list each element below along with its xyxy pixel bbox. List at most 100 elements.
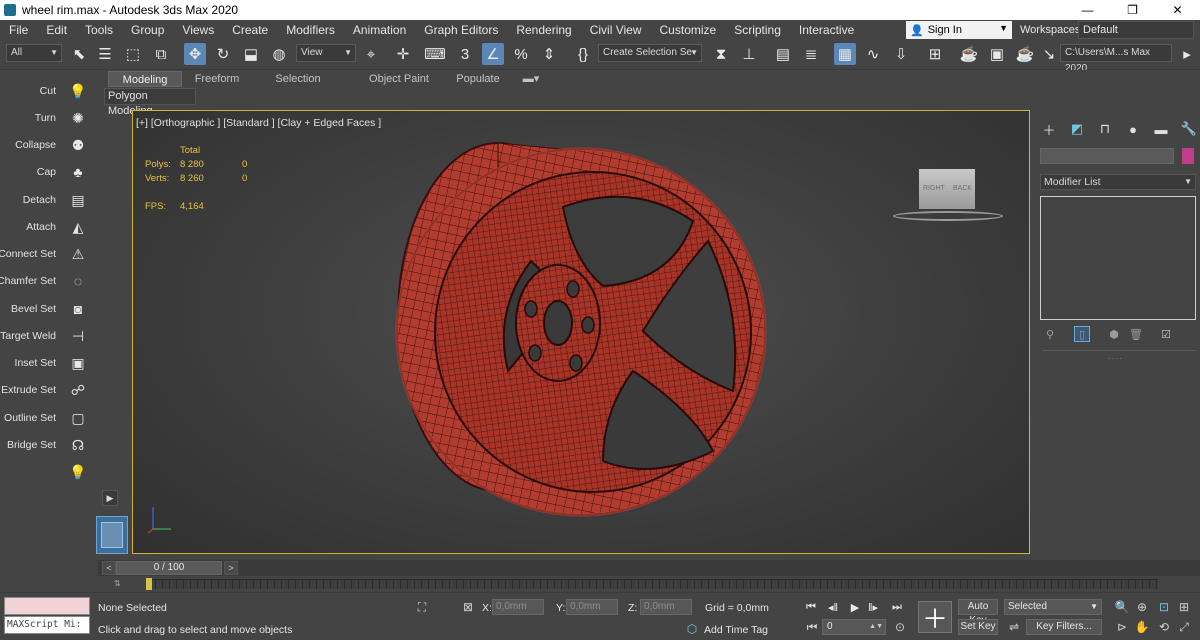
key-selection-set-dropdown[interactable]: Selected ▼ xyxy=(1004,599,1102,615)
menu-create[interactable]: Create xyxy=(223,20,277,40)
menu-civil-view[interactable]: Civil View xyxy=(581,20,651,40)
configure-modifier-sets-icon[interactable]: ☑ xyxy=(1158,326,1174,342)
collapse-button[interactable]: Collapse ⚉ xyxy=(0,132,92,158)
orthographic-viewport[interactable]: [+] [Orthographic ] [Standard ] [Clay + … xyxy=(132,110,1030,554)
mirror-icon[interactable]: ⧗ xyxy=(710,43,732,65)
percent-snap-icon[interactable]: % xyxy=(510,43,532,65)
selection-lock-icon[interactable]: ⊠ xyxy=(460,599,476,615)
time-slider-next-button[interactable]: > xyxy=(224,561,238,575)
select-object-icon[interactable]: ⬉ xyxy=(68,43,90,65)
light-bulb-icon[interactable]: 💡 xyxy=(68,462,88,482)
hierarchy-tab-icon[interactable]: ⊓ xyxy=(1096,120,1114,138)
menu-animation[interactable]: Animation xyxy=(344,20,415,40)
expand-panel-button[interactable]: ▶ xyxy=(102,490,118,506)
object-name-field[interactable] xyxy=(1040,148,1174,164)
attach-button[interactable]: Attach ◭ xyxy=(0,214,92,240)
menu-scripting[interactable]: Scripting xyxy=(725,20,790,40)
detach-button[interactable]: Detach ▤ xyxy=(0,187,92,213)
keyboard-shortcut-override-icon[interactable]: ⌨ xyxy=(424,43,446,65)
maxscript-output[interactable] xyxy=(4,597,90,615)
maximize-button[interactable]: ❐ xyxy=(1110,0,1155,20)
create-tab-icon[interactable]: ＋ xyxy=(1040,120,1058,138)
field-of-view-icon[interactable]: ⊳ xyxy=(1114,619,1130,635)
outline-set-button[interactable]: Outline Set ▢ xyxy=(0,405,92,431)
ribbon-tab-populate[interactable]: Populate xyxy=(448,71,508,87)
extrude-set-button[interactable]: Extrude Set ☍ xyxy=(0,377,92,403)
zoom-extents-icon[interactable]: ⊡ xyxy=(1156,599,1172,615)
rollout-grip-icon[interactable]: ···· xyxy=(1108,354,1123,363)
maximize-viewport-icon[interactable]: ⤢ xyxy=(1176,619,1192,635)
menu-rendering[interactable]: Rendering xyxy=(507,20,580,40)
ribbon-tab-selection[interactable]: Selection xyxy=(268,71,328,87)
remove-modifier-icon[interactable]: 🗑 xyxy=(1128,326,1144,342)
bridge-set-button[interactable]: Bridge Set ☊ xyxy=(0,432,92,458)
menu-group[interactable]: Group xyxy=(122,20,173,40)
material-editor-icon[interactable]: ⊞ xyxy=(924,43,946,65)
track-bar[interactable]: ⇅ xyxy=(98,576,1200,592)
connect-set-button[interactable]: Connect Set ⚠ xyxy=(0,241,92,267)
ribbon-tab-object-paint[interactable]: Object Paint xyxy=(352,71,446,87)
named-selection-sets-select[interactable]: Create Selection Se ▼ xyxy=(598,44,702,62)
render-production-icon[interactable]: ☕ xyxy=(1014,43,1036,65)
menu-modifiers[interactable]: Modifiers xyxy=(277,20,344,40)
ribbon-panel-polygon-modeling[interactable]: Polygon Modeling xyxy=(104,88,196,117)
target-weld-button[interactable]: Target Weld ⊣ xyxy=(0,323,92,349)
spinner-icon[interactable]: ▲▼ xyxy=(869,620,883,634)
rendered-frame-window-icon[interactable]: ▣ xyxy=(986,43,1008,65)
time-tag-icon[interactable]: ⬡ xyxy=(684,621,700,637)
ribbon-tab-modeling[interactable]: Modeling xyxy=(108,71,182,87)
go-to-start-icon[interactable]: ⏮ xyxy=(802,599,820,615)
align-icon[interactable]: ⊥ xyxy=(738,43,760,65)
ribbon-options-icon[interactable]: ▬▾ xyxy=(518,71,544,87)
viewcube-compass-ring[interactable] xyxy=(893,211,1003,221)
x-coord-field[interactable]: 0,0mm xyxy=(492,599,544,615)
menu-edit[interactable]: Edit xyxy=(37,20,76,40)
display-tab-icon[interactable]: ▬ xyxy=(1152,120,1170,138)
angle-snap-icon[interactable]: ∠ xyxy=(482,43,504,65)
pin-stack-icon[interactable]: ⚲ xyxy=(1042,326,1058,342)
y-coord-field[interactable]: 0,0mm xyxy=(566,599,618,615)
menu-views[interactable]: Views xyxy=(173,20,223,40)
select-and-rotate-icon[interactable]: ↻ xyxy=(212,43,234,65)
select-and-move-icon[interactable]: ✥ xyxy=(184,43,206,65)
make-unique-icon[interactable]: ⬢ xyxy=(1106,326,1122,342)
ribbon-tab-freeform[interactable]: Freeform xyxy=(186,71,248,87)
snaps-toggle-icon[interactable]: 3 xyxy=(454,43,476,65)
orbit-icon[interactable]: ⟲ xyxy=(1156,619,1172,635)
spinner-snap-icon[interactable]: ⇕ xyxy=(538,43,560,65)
chamfer-set-button[interactable]: Chamfer Set ◌ xyxy=(0,268,92,294)
inset-set-button[interactable]: Inset Set ▣ xyxy=(0,350,92,376)
cut-button[interactable]: Cut 💡 xyxy=(0,78,92,104)
selection-filter-select[interactable]: All ▼ xyxy=(6,44,62,62)
key-filters-button[interactable]: Key Filters... xyxy=(1026,619,1102,635)
cap-button[interactable]: Cap ♣ xyxy=(0,159,92,185)
time-slider[interactable]: 0 / 100 xyxy=(116,561,222,575)
curve-editor-icon[interactable]: ∿ xyxy=(862,43,884,65)
render-setup-icon[interactable]: ☕ xyxy=(958,43,980,65)
viewcube-face-right[interactable]: RIGHT xyxy=(923,185,945,192)
motion-tab-icon[interactable]: ● xyxy=(1124,120,1142,138)
workspaces-select[interactable]: Default xyxy=(1078,21,1194,39)
viewcube[interactable]: RIGHT BACK xyxy=(919,169,975,209)
current-frame-marker[interactable] xyxy=(146,578,152,590)
wheel-rim-mesh[interactable] xyxy=(133,111,1030,554)
key-mode-toggle-icon[interactable]: ⏮ xyxy=(804,619,820,635)
track-bar-ruler[interactable] xyxy=(148,579,1158,589)
show-end-result-icon[interactable]: ▯ xyxy=(1074,326,1090,342)
go-to-end-icon[interactable]: ⏭ xyxy=(888,599,906,615)
select-and-scale-icon[interactable]: ⬓ xyxy=(240,43,262,65)
window-crossing-icon[interactable]: ⧉ xyxy=(150,43,172,65)
bevel-set-button[interactable]: Bevel Set ◙ xyxy=(0,296,92,322)
viewcube-face-back[interactable]: BACK xyxy=(953,185,972,192)
play-icon[interactable]: ▶ xyxy=(846,599,864,615)
modify-tab-icon[interactable]: ◩ xyxy=(1068,120,1086,138)
current-frame-field[interactable]: 0 ▲▼ xyxy=(822,619,886,635)
zoom-extents-all-icon[interactable]: ⊞ xyxy=(1176,599,1192,615)
menu-interactive[interactable]: Interactive xyxy=(790,20,863,40)
select-and-place-icon[interactable]: ◍ xyxy=(268,43,290,65)
z-coord-field[interactable]: 0,0mm xyxy=(640,599,692,615)
select-manipulate-icon[interactable]: ✛ xyxy=(392,43,414,65)
key-tangent-icon[interactable]: ⇌ xyxy=(1006,619,1022,635)
isolate-selection-icon[interactable]: ⛶ xyxy=(414,599,430,615)
set-project-folder-icon[interactable]: ▸ xyxy=(1176,43,1198,65)
